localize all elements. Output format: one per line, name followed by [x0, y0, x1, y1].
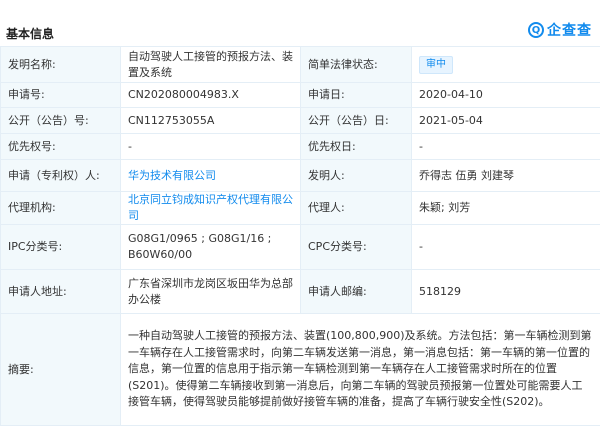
priority-date-label: 优先权日:	[300, 133, 412, 160]
section-header: 基本信息 Q 企查查	[0, 0, 600, 46]
section-title: 基本信息	[6, 27, 55, 41]
legal-status-label: 简单法律状态:	[300, 46, 412, 83]
abstract-text: 一种自动驾驶人工接管的预报方法、装置(100,800,900)及系统。方法包括：…	[120, 313, 600, 426]
publication-date-label: 公开（公告）日:	[300, 107, 412, 134]
application-number-label: 申请号:	[0, 82, 121, 108]
table-row: 申请号: CN202080004983.X 申请日: 2020-04-10	[0, 82, 600, 108]
table-row: 公开（公告）号: CN112753055A 公开（公告）日: 2021-05-0…	[0, 107, 600, 134]
priority-date-value: -	[411, 133, 600, 160]
inventor-label: 发明人:	[300, 159, 412, 192]
applicant-link[interactable]: 华为技术有限公司	[128, 169, 216, 182]
applicant-address-label: 申请人地址:	[0, 269, 121, 314]
patent-info-table: 发明名称: 自动驾驶人工接管的预报方法、装置及系统 简单法律状态: 审中 申请号…	[0, 46, 600, 426]
agency-label: 代理机构:	[0, 191, 121, 225]
table-row: 代理机构: 北京同立钧成知识产权代理有限公司 代理人: 朱颖; 刘芳	[0, 191, 600, 225]
table-row: 发明名称: 自动驾驶人工接管的预报方法、装置及系统 简单法律状态: 审中	[0, 46, 600, 83]
priority-number-value: -	[120, 133, 301, 160]
applicant-label: 申请（专利权）人:	[0, 159, 121, 192]
table-row: 优先权号: - 优先权日: -	[0, 133, 600, 160]
status-badge: 审中	[419, 55, 453, 74]
application-date-label: 申请日:	[300, 82, 412, 108]
ipc-label: IPC分类号:	[0, 224, 121, 270]
applicant-address-value: 广东省深圳市龙岗区坂田华为总部办公楼	[120, 269, 301, 314]
applicant-cell: 华为技术有限公司	[120, 159, 301, 192]
applicant-zip-label: 申请人邮编:	[300, 269, 412, 314]
brand-name: 企查查	[547, 23, 592, 39]
brand-logo[interactable]: Q 企查查	[528, 20, 592, 40]
publication-date-value: 2021-05-04	[411, 107, 600, 134]
agent-label: 代理人:	[300, 191, 412, 225]
application-number-value: CN202080004983.X	[120, 82, 301, 108]
cpc-label: CPC分类号:	[300, 224, 412, 270]
priority-number-label: 优先权号:	[0, 133, 121, 160]
application-date-value: 2020-04-10	[411, 82, 600, 108]
agency-cell: 北京同立钧成知识产权代理有限公司	[120, 191, 301, 225]
agency-link[interactable]: 北京同立钧成知识产权代理有限公司	[128, 193, 293, 222]
table-row: IPC分类号: G08G1/0965 ; G08G1/16 ; B60W60/0…	[0, 224, 600, 270]
inventor-value: 乔得志 伍勇 刘建琴	[411, 159, 600, 192]
invention-name-label: 发明名称:	[0, 46, 121, 83]
abstract-label: 摘要:	[0, 313, 121, 426]
table-row: 申请（专利权）人: 华为技术有限公司 发明人: 乔得志 伍勇 刘建琴	[0, 159, 600, 192]
ipc-value: G08G1/0965 ; G08G1/16 ; B60W60/00	[120, 224, 301, 270]
table-row: 申请人地址: 广东省深圳市龙岗区坂田华为总部办公楼 申请人邮编: 518129	[0, 269, 600, 314]
cpc-value: -	[411, 224, 600, 270]
invention-name-value: 自动驾驶人工接管的预报方法、装置及系统	[120, 46, 301, 83]
publication-number-value: CN112753055A	[120, 107, 301, 134]
table-row: 摘要: 一种自动驾驶人工接管的预报方法、装置(100,800,900)及系统。方…	[0, 313, 600, 426]
agent-value: 朱颖; 刘芳	[411, 191, 600, 225]
applicant-zip-value: 518129	[411, 269, 600, 314]
legal-status-cell: 审中	[411, 46, 600, 83]
publication-number-label: 公开（公告）号:	[0, 107, 121, 134]
qichacha-logo-icon: Q	[528, 22, 544, 38]
